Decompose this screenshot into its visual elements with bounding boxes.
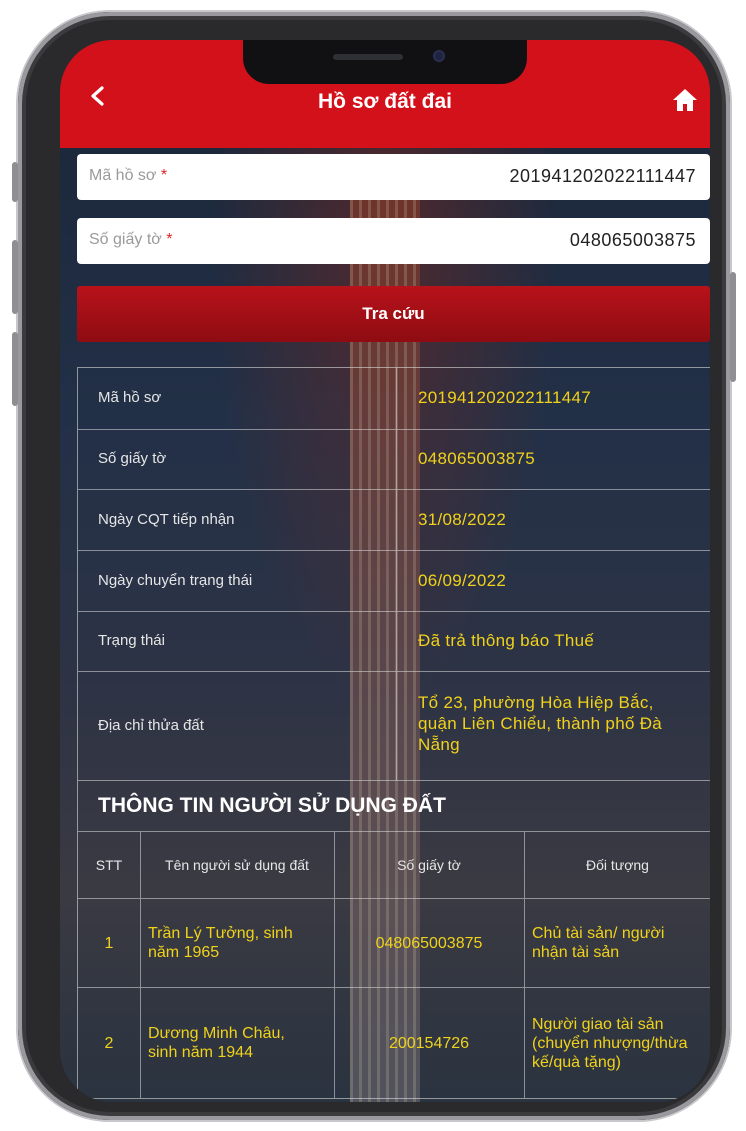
detail-value: 31/08/2022 <box>418 510 507 529</box>
detail-label: Ngày chuyển trạng thái <box>98 572 253 589</box>
detail-label: Trạng thái <box>98 632 165 649</box>
detail-row: Địa chỉ thửa đất Tổ 23, phường Hòa Hiệp … <box>78 672 710 781</box>
row-name: Dương Minh Châu, sinh năm 1944 <box>148 1025 285 1061</box>
volume-up-button <box>12 240 18 314</box>
detail-label: Địa chỉ thửa đất <box>98 717 204 734</box>
table-row: 2 Dương Minh Châu, sinh năm 1944 2001547… <box>78 988 710 1098</box>
so-giay-to-field[interactable]: Số giấy tờ * 048065003875 <box>77 218 710 264</box>
detail-value: 06/09/2022 <box>418 571 507 590</box>
column-header-name: Tên người sử dụng đất <box>165 856 309 873</box>
power-button <box>730 272 736 382</box>
row-role: Người giao tài sản (chuyển nhượng/thừa k… <box>532 1015 688 1071</box>
ma-ho-so-field[interactable]: Mã hồ sơ * 201941202022111447 <box>77 154 710 200</box>
detail-label: Số giấy tờ <box>98 450 167 467</box>
detail-row: Trạng thái Đã trả thông báo Thuế <box>78 612 710 672</box>
row-id: 200154726 <box>388 1034 470 1052</box>
detail-value: Đã trả thông báo Thuế <box>418 631 595 650</box>
row-name: Trần Lý Tưởng, sinh năm 1965 <box>148 925 293 961</box>
so-giay-to-value: 048065003875 <box>569 230 696 250</box>
detail-row: Ngày CQT tiếp nhận 31/08/2022 <box>78 490 710 551</box>
table-row: 1 Trần Lý Tưởng, sinh năm 1965 048065003… <box>78 899 710 988</box>
required-marker: * <box>160 167 168 184</box>
detail-row: Ngày chuyển trạng thái 06/09/2022 <box>78 551 710 612</box>
column-header-id: Số giấy tờ <box>397 856 461 873</box>
row-id: 048065003875 <box>375 934 483 952</box>
detail-label: Mã hồ sơ <box>98 389 162 406</box>
ma-ho-so-placeholder: Mã hồ sơ * <box>89 167 168 184</box>
users-section-header: THÔNG TIN NGƯỜI SỬ DỤNG ĐẤT <box>78 781 710 832</box>
detail-row: Mã hồ sơ 201941202022111447 <box>78 368 710 430</box>
column-header-stt: STT <box>95 856 123 873</box>
ma-ho-so-value: 201941202022111447 <box>509 166 696 186</box>
detail-value: 048065003875 <box>418 449 536 468</box>
phone-notch <box>243 40 527 84</box>
row-role: Chủ tài sản/ người nhận tài sản <box>532 925 665 961</box>
mute-switch <box>12 162 18 202</box>
speaker-grille <box>333 54 403 60</box>
detail-value: Tổ 23, phường Hòa Hiệp Bắc, quận Liên Ch… <box>418 693 663 754</box>
detail-row: Số giấy tờ 048065003875 <box>78 430 710 490</box>
users-table-header: STT Tên người sử dụng đất Số giấy tờ Đối… <box>78 832 710 899</box>
row-stt: 1 <box>104 934 114 952</box>
front-camera <box>433 50 445 62</box>
volume-down-button <box>12 332 18 406</box>
page-title: Hồ sơ đất đai <box>318 90 452 113</box>
required-marker: * <box>166 231 173 248</box>
row-stt: 2 <box>104 1034 114 1052</box>
detail-label: Ngày CQT tiếp nhận <box>98 511 235 528</box>
home-icon[interactable] <box>672 88 698 117</box>
users-table: STT Tên người sử dụng đất Số giấy tờ Đối… <box>78 832 710 1098</box>
lookup-button[interactable]: Tra cứu <box>77 286 710 342</box>
so-giay-to-placeholder: Số giấy tờ * <box>89 231 173 248</box>
detail-value: 201941202022111447 <box>418 388 592 407</box>
users-section-title: THÔNG TIN NGƯỜI SỬ DỤNG ĐẤT <box>98 794 446 817</box>
column-header-role: Đối tượng <box>586 856 649 873</box>
record-details-table: Mã hồ sơ 201941202022111447 Số giấy tờ 0… <box>77 367 710 1099</box>
app-screen: Hồ sơ đất đai Mã hồ sơ * 201941202022111… <box>60 40 710 1102</box>
